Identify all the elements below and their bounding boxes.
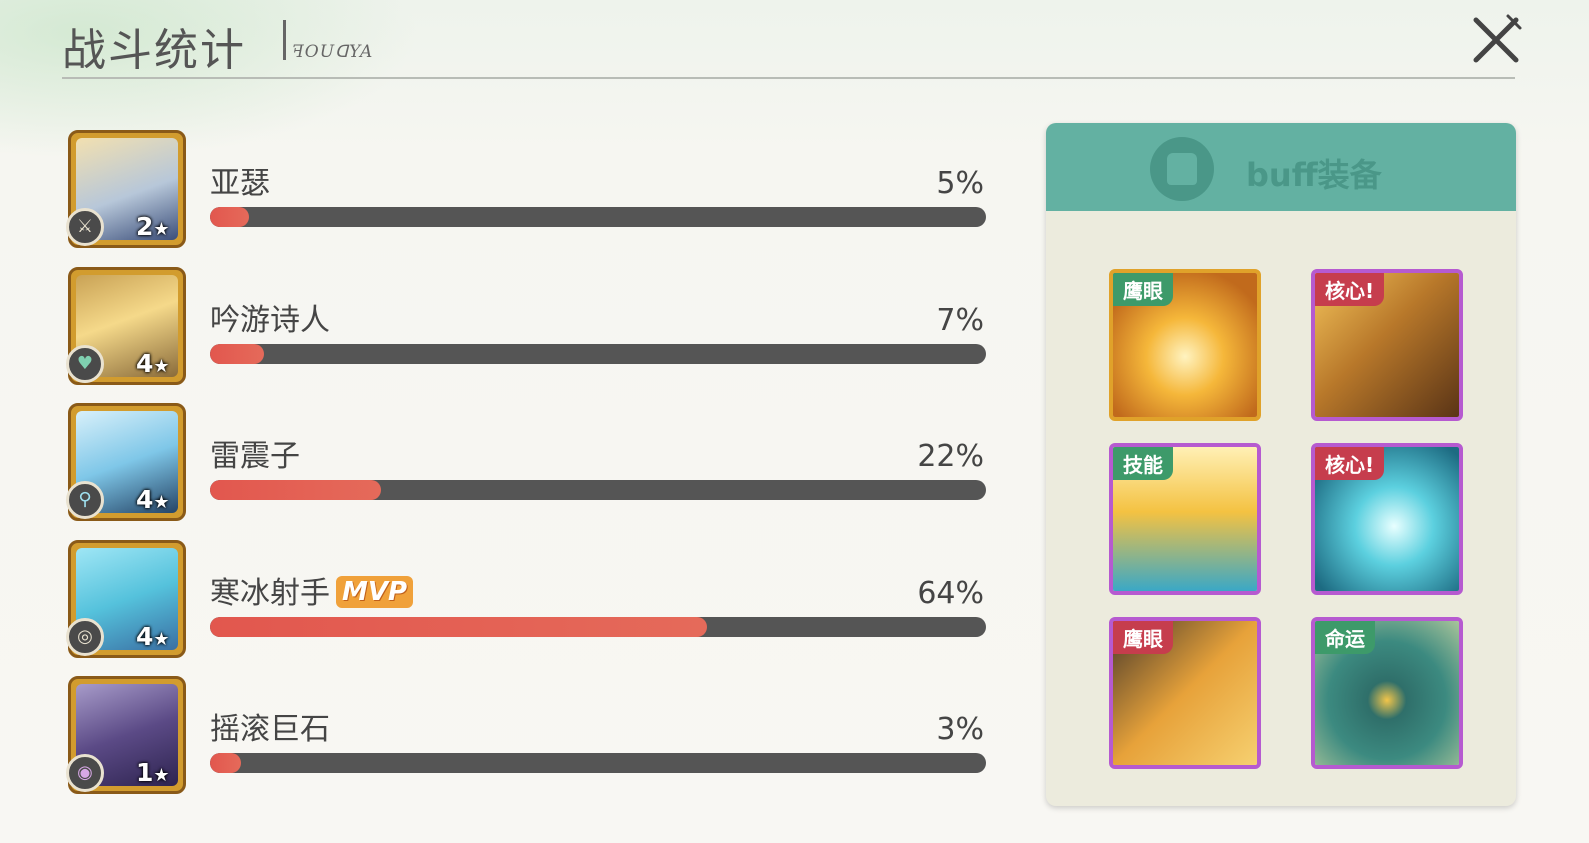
damage-bar bbox=[210, 207, 986, 227]
hero-row[interactable]: ◎ 4★ 寒冰射手 MVP 64% bbox=[66, 540, 998, 660]
hero-name: 摇滚巨石 bbox=[210, 712, 330, 747]
buff-card[interactable]: 命运 bbox=[1311, 617, 1463, 769]
close-icon bbox=[1473, 14, 1522, 63]
hero-row[interactable]: ◉ 1★ 摇滚巨石 3% bbox=[66, 676, 998, 796]
damage-bar-fill bbox=[210, 617, 707, 637]
star-level: 4★ bbox=[136, 622, 170, 651]
star-level: 4★ bbox=[136, 485, 170, 514]
buff-card-tag: 核心! bbox=[1315, 447, 1385, 480]
buff-panel: buff装备 鹰眼 核心! 技能 核心! 鹰眼 命运 bbox=[1046, 123, 1516, 806]
armor-icon bbox=[1150, 137, 1214, 201]
hero-row[interactable]: ⚔ 2★ 亚瑟 5% bbox=[66, 130, 998, 250]
damage-bar-fill bbox=[210, 207, 249, 227]
buff-panel-header: buff装备 bbox=[1046, 123, 1516, 211]
staff-icon: ⚲ bbox=[66, 481, 104, 519]
hero-name: 亚瑟 bbox=[210, 166, 270, 201]
buff-card[interactable]: 鹰眼 bbox=[1109, 617, 1261, 769]
close-button[interactable] bbox=[1468, 12, 1524, 68]
star-level: 2★ bbox=[136, 212, 170, 241]
star-level: 4★ bbox=[136, 349, 170, 378]
star-level: 1★ bbox=[136, 758, 170, 787]
buff-card[interactable]: 核心! bbox=[1311, 269, 1463, 421]
damage-bar-fill bbox=[210, 753, 242, 773]
header-divider bbox=[62, 77, 1515, 79]
page-subtitle: ꟻOUꓷYA bbox=[292, 42, 374, 62]
damage-bar-fill bbox=[210, 344, 265, 364]
damage-bar bbox=[210, 617, 986, 637]
page-title: 战斗统计 bbox=[62, 25, 246, 76]
hero-name: 吟游诗人 bbox=[210, 303, 330, 338]
damage-percent: 5% bbox=[936, 166, 984, 201]
buff-card-tag: 鹰眼 bbox=[1113, 621, 1173, 654]
hero-row[interactable]: ⚲ 4★ 雷震子 22% bbox=[66, 403, 998, 523]
buff-card[interactable]: 鹰眼 bbox=[1109, 269, 1261, 421]
damage-bar-fill bbox=[210, 480, 381, 500]
damage-percent: 7% bbox=[936, 303, 984, 338]
buff-card-tag: 鹰眼 bbox=[1113, 273, 1173, 306]
buff-card-tag: 命运 bbox=[1315, 621, 1375, 654]
damage-percent: 64% bbox=[917, 576, 984, 611]
damage-bar bbox=[210, 480, 986, 500]
hero-row[interactable]: ♥ 4★ 吟游诗人 7% bbox=[66, 267, 998, 387]
hero-name: 雷震子 bbox=[210, 439, 300, 474]
buff-card[interactable]: 核心! bbox=[1311, 443, 1463, 595]
hero-name: 寒冰射手 MVP bbox=[210, 568, 414, 612]
damage-bar bbox=[210, 344, 986, 364]
target-icon: ◎ bbox=[66, 618, 104, 656]
buff-card-tag: 技能 bbox=[1113, 447, 1173, 480]
mvp-badge: MVP bbox=[336, 576, 414, 608]
shield-icon: ◉ bbox=[66, 754, 104, 792]
heart-icon: ♥ bbox=[66, 345, 104, 383]
buff-panel-title: buff装备 bbox=[1246, 156, 1382, 194]
damage-percent: 22% bbox=[917, 439, 984, 474]
damage-percent: 3% bbox=[936, 712, 984, 747]
buff-card[interactable]: 技能 bbox=[1109, 443, 1261, 595]
damage-bar bbox=[210, 753, 986, 773]
buff-card-tag: 核心! bbox=[1315, 273, 1385, 306]
sword-icon: ⚔ bbox=[66, 208, 104, 246]
title-separator bbox=[283, 20, 286, 60]
